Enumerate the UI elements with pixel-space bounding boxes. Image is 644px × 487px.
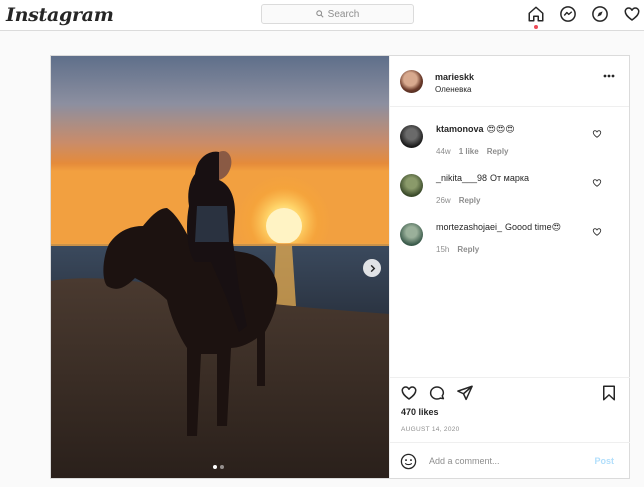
comment-text: 😍😍😍 xyxy=(486,124,515,134)
reply-button[interactable]: Reply xyxy=(459,196,481,205)
author-username[interactable]: marieskk xyxy=(435,72,474,82)
comment-item: _nikita___98 От марка 26w Reply xyxy=(400,170,620,210)
post-actions: 470 likes AUGUST 14, 2020 Add a comment.… xyxy=(390,377,630,478)
direct-messages-button[interactable] xyxy=(558,4,578,24)
author-avatar[interactable] xyxy=(400,70,423,93)
add-comment-input[interactable]: Add a comment... xyxy=(429,456,500,466)
active-indicator xyxy=(534,25,538,29)
post-header: marieskk Оленевка xyxy=(390,56,629,107)
search-input[interactable]: Search xyxy=(261,4,414,24)
post-comment-button[interactable]: Post xyxy=(594,456,614,466)
messenger-icon xyxy=(560,6,576,22)
sunset-horse-photo xyxy=(51,56,389,478)
carousel-dot-active xyxy=(213,465,217,469)
explore-button[interactable] xyxy=(590,4,610,24)
commenter-avatar[interactable] xyxy=(400,223,423,246)
post-photo[interactable] xyxy=(51,56,389,478)
comment-text: Goood time😍 xyxy=(505,222,561,232)
home-button[interactable] xyxy=(526,4,546,29)
comments-list: ktamonova 😍😍😍 44w 1 like Reply _nikita___… xyxy=(390,107,630,377)
comment-age[interactable]: 15h xyxy=(436,245,449,254)
top-nav: Instagram Search xyxy=(0,0,644,31)
comment-item: ktamonova 😍😍😍 44w 1 like Reply xyxy=(400,121,620,161)
reply-button[interactable]: Reply xyxy=(457,245,479,254)
heart-icon xyxy=(624,7,640,21)
search-placeholder: Search xyxy=(327,8,360,20)
comment-likes[interactable]: 1 like xyxy=(459,147,479,156)
comment-username[interactable]: ktamonova xyxy=(436,124,484,134)
post-sidebar: marieskk Оленевка ktamonova 😍😍😍 44w 1 lik… xyxy=(389,56,630,478)
heart-icon[interactable] xyxy=(592,129,602,139)
share-paper-plane-icon[interactable] xyxy=(456,384,474,402)
comment-age[interactable]: 26w xyxy=(436,196,451,205)
comment-bubble-icon[interactable] xyxy=(428,384,446,402)
heart-icon[interactable] xyxy=(592,178,602,188)
chevron-right-icon xyxy=(370,264,375,272)
search-icon xyxy=(315,10,324,18)
comment-text: От марка xyxy=(490,173,530,183)
commenter-avatar[interactable] xyxy=(400,174,423,197)
heart-icon[interactable] xyxy=(592,227,602,237)
activity-button[interactable] xyxy=(622,4,642,24)
reply-button[interactable]: Reply xyxy=(487,147,509,156)
instagram-logo[interactable]: Instagram xyxy=(6,4,114,26)
post-card: marieskk Оленевка ktamonova 😍😍😍 44w 1 lik… xyxy=(50,55,630,479)
comment-username[interactable]: _nikita___98 xyxy=(436,173,487,183)
comment-username[interactable]: mortezashojaei_ xyxy=(436,222,502,232)
carousel-dot xyxy=(220,465,224,469)
add-comment-bar: Add a comment... Post xyxy=(390,442,630,479)
bookmark-icon[interactable] xyxy=(600,384,618,402)
home-icon xyxy=(528,6,544,22)
emoji-icon[interactable] xyxy=(400,453,417,470)
likes-count[interactable]: 470 likes xyxy=(401,407,439,417)
more-options-icon[interactable] xyxy=(603,74,615,78)
carousel-next-button[interactable] xyxy=(363,259,381,277)
like-heart-icon[interactable] xyxy=(400,384,418,402)
commenter-avatar[interactable] xyxy=(400,125,423,148)
carousel-dots xyxy=(213,465,224,469)
post-date[interactable]: AUGUST 14, 2020 xyxy=(401,426,460,433)
comment-item: mortezashojaei_ Goood time😍 15h Reply xyxy=(400,219,620,259)
explore-icon xyxy=(592,6,608,22)
post-location[interactable]: Оленевка xyxy=(435,85,472,94)
comment-age[interactable]: 44w xyxy=(436,147,451,156)
